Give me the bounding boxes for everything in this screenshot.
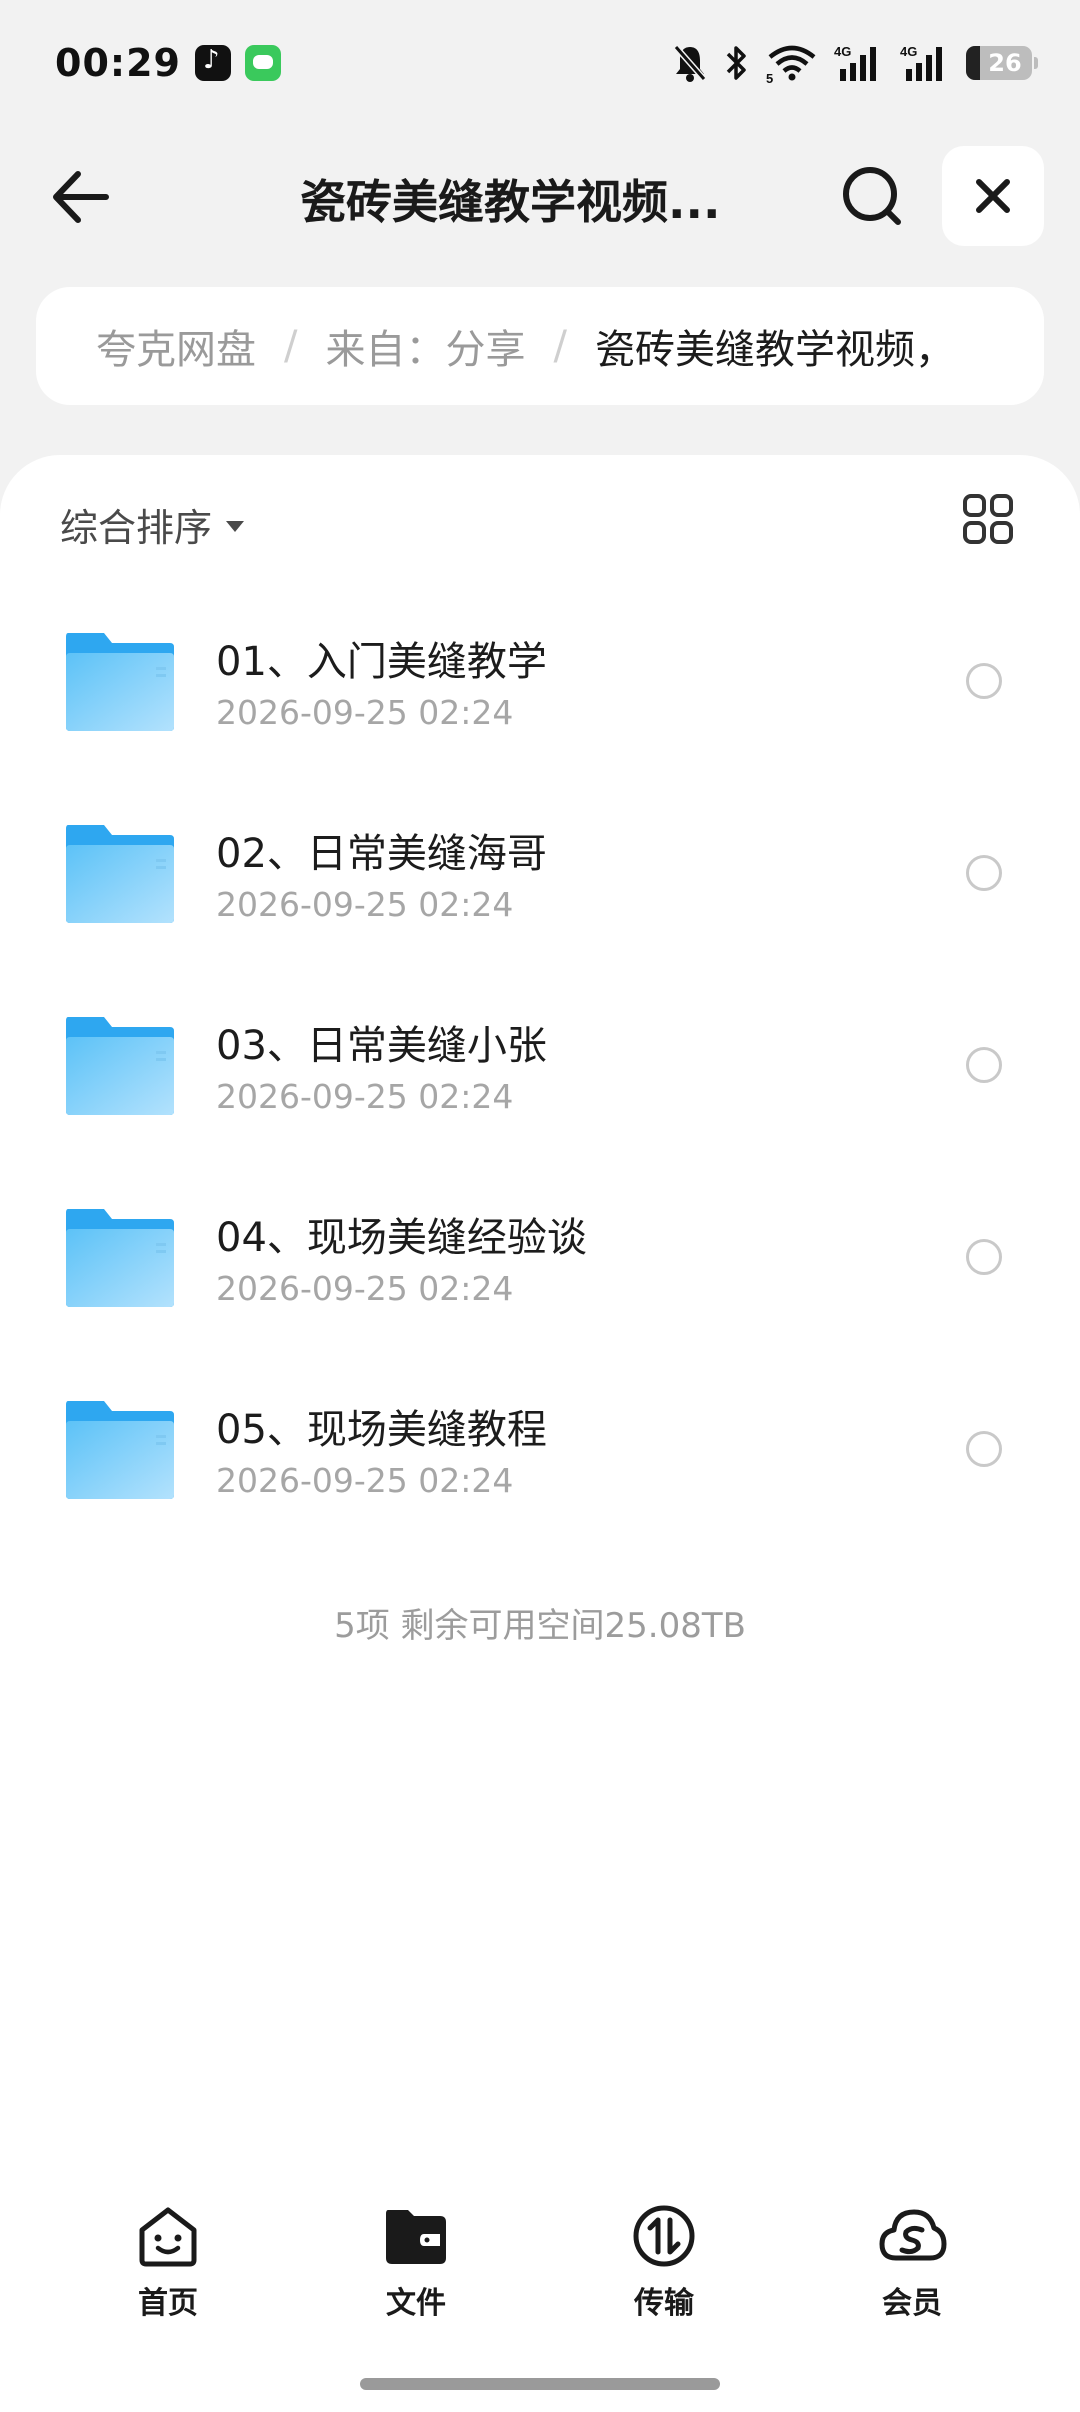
nav-label-files: 文件 (386, 2286, 446, 2321)
breadcrumb-item-root[interactable]: 夸克网盘 (96, 317, 256, 375)
bluetooth-icon (726, 45, 746, 80)
back-button[interactable] (44, 162, 114, 232)
nav-item-transfer[interactable]: 传输 (564, 2200, 764, 2322)
nav-label-transfer: 传输 (634, 2286, 694, 2321)
signal-4g-icon: 4G (834, 44, 876, 81)
file-date: 2026-09-25 02:24 (216, 1077, 514, 1116)
list-item[interactable]: 02、日常美缝海哥 2026-09-25 02:24 (0, 797, 1080, 989)
page-title: 瓷砖美缝教学视频... (300, 175, 721, 229)
list-item[interactable]: 03、日常美缝小张 2026-09-25 02:24 (0, 989, 1080, 1181)
home-smile-icon (139, 2207, 197, 2267)
bottom-nav: 首页 文件 传输 会员 (0, 2200, 1080, 2350)
close-icon (976, 179, 1010, 213)
status-bar: 00:29 5 4G 4G (0, 0, 1080, 125)
folder-icon (66, 1209, 174, 1307)
transfer-icon (633, 2205, 695, 2267)
vip-cloud-icon (879, 2209, 947, 2261)
messages-app-icon (244, 44, 281, 81)
breadcrumb-item-current: 瓷砖美缝教学视频， (594, 327, 955, 373)
folder-icon (66, 825, 174, 923)
folder-icon (66, 633, 174, 731)
file-name: 02、日常美缝海哥 (216, 831, 547, 877)
file-date: 2026-09-25 02:24 (216, 885, 514, 924)
close-button[interactable] (942, 146, 1044, 246)
nav-label-vip: 会员 (882, 2286, 942, 2321)
select-radio[interactable] (966, 855, 1002, 891)
battery-icon: 26 (966, 45, 1038, 80)
file-name: 03、日常美缝小张 (216, 1023, 547, 1069)
svg-text:4G: 4G (834, 44, 851, 59)
battery-level: 26 (988, 48, 1022, 77)
file-date: 2026-09-25 02:24 (216, 693, 514, 732)
nav-item-home[interactable]: 首页 (68, 2200, 268, 2322)
nav-item-vip[interactable]: 会员 (812, 2200, 1012, 2322)
list-item[interactable]: 01、入门美缝教学 2026-09-25 02:24 (0, 605, 1080, 797)
select-radio[interactable] (966, 663, 1002, 699)
sort-label: 综合排序 (60, 506, 213, 550)
select-radio[interactable] (966, 1047, 1002, 1083)
home-indicator[interactable] (360, 2378, 720, 2390)
file-list: 01、入门美缝教学 2026-09-25 02:24 02、日常美缝海哥 202… (0, 605, 1080, 1565)
arrow-left-icon (53, 171, 109, 223)
file-name: 04、现场美缝经验谈 (216, 1215, 587, 1261)
svg-text:5: 5 (766, 71, 773, 83)
search-icon (843, 167, 901, 225)
grid-view-icon (963, 494, 1013, 544)
file-date: 2026-09-25 02:24 (216, 1461, 514, 1500)
storage-summary: 5项 剩余可用空间25.08TB (334, 1606, 746, 1646)
status-time: 00:29 (55, 40, 181, 85)
search-button[interactable] (836, 160, 908, 232)
folder-filled-icon (386, 2210, 446, 2264)
nav-label-home: 首页 (138, 2286, 198, 2321)
select-radio[interactable] (966, 1239, 1002, 1275)
breadcrumb-separator: / (553, 323, 567, 369)
file-name: 01、入门美缝教学 (216, 639, 547, 685)
breadcrumb-item-share[interactable]: 来自：分享 (325, 317, 525, 375)
list-item[interactable]: 05、现场美缝教程 2026-09-25 02:24 (0, 1373, 1080, 1565)
caret-down-icon (226, 521, 245, 532)
file-panel: 综合排序 01、入门美缝教学 2026-09-25 02:24 02、日常美缝海… (0, 455, 1080, 2412)
sort-dropdown[interactable]: 综合排序 (60, 497, 245, 552)
list-item[interactable]: 04、现场美缝经验谈 2026-09-25 02:24 (0, 1181, 1080, 1373)
wifi-icon: 5 (766, 45, 816, 83)
breadcrumb: 夸克网盘 / 来自：分享 / 瓷砖美缝教学视频， (36, 287, 1044, 405)
folder-icon (66, 1401, 174, 1499)
file-name: 05、现场美缝教程 (216, 1407, 547, 1453)
nav-item-files[interactable]: 文件 (316, 2200, 516, 2322)
signal-4g-icon-2: 4G (900, 44, 942, 81)
svg-text:4G: 4G (900, 44, 917, 59)
bell-muted-icon (673, 44, 707, 82)
breadcrumb-separator: / (284, 323, 298, 369)
tiktok-app-icon (194, 44, 231, 81)
status-indicators: 5 4G 4G 26 (672, 43, 1038, 83)
header: 瓷砖美缝教学视频... (0, 140, 1080, 252)
select-radio[interactable] (966, 1431, 1002, 1467)
file-date: 2026-09-25 02:24 (216, 1269, 514, 1308)
view-toggle-button[interactable] (962, 493, 1014, 545)
folder-icon (66, 1017, 174, 1115)
